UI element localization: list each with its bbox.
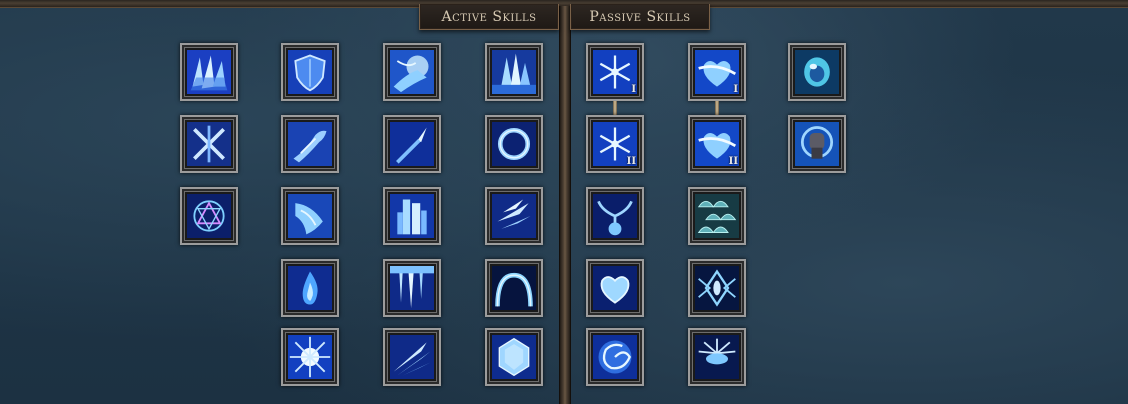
passive-skill-frost-fist[interactable] [788,115,846,173]
ice-wind-icon [390,335,434,379]
rank-label: II [728,156,738,167]
frost-fist-icon [795,122,839,166]
active-skill-frost-claw[interactable] [281,187,339,245]
active-skill-frost-arch[interactable] [485,259,543,317]
ice-spear-icon [390,122,434,166]
ice-crystal-block-icon [492,335,536,379]
passive-skill-snowflake-1[interactable]: I [586,43,644,101]
passive-skill-frost-vortex[interactable] [586,328,644,386]
active-skill-frost-arm[interactable] [281,115,339,173]
panel-divider [559,6,571,404]
ice-crystals-icon [492,50,536,94]
ice-shield-icon [288,50,332,94]
frost-arm-icon [288,122,332,166]
passive-skill-dragon-scales[interactable] [688,187,746,245]
frost-orb-icon [795,50,839,94]
rune-circle-icon [187,194,231,238]
icicle-fall-icon [390,266,434,310]
active-skill-ice-crystal-block[interactable] [485,328,543,386]
active-skill-icicle-fall[interactable] [383,259,441,317]
dragon-scales-icon [695,194,739,238]
passive-skill-frost-sunburst[interactable] [688,328,746,386]
active-skill-ice-wind[interactable] [383,328,441,386]
active-skill-ice-crystals[interactable] [485,43,543,101]
active-skill-ice-shard-burst[interactable] [485,187,543,245]
frost-vortex-icon [593,335,637,379]
frost-arch-icon [492,266,536,310]
skill-link [613,101,617,115]
active-skill-frost-flame[interactable] [281,259,339,317]
passive-skill-frost-heart-2[interactable]: II [688,115,746,173]
frost-tree-icon [593,194,637,238]
frost-nova-icon [288,335,332,379]
ice-pillar-icon [390,194,434,238]
ice-shard-burst-icon [492,194,536,238]
frost-hand-icon [390,50,434,94]
active-skill-ice-shield[interactable] [281,43,339,101]
passive-skill-frost-heart-1[interactable]: I [688,43,746,101]
frost-flame-icon [288,266,332,310]
ice-heart-icon [593,266,637,310]
frost-sunburst-icon [695,335,739,379]
rank-label: II [626,156,636,167]
passive-skill-frost-orb[interactable] [788,43,846,101]
frost-emblem-icon [695,266,739,310]
ice-shards-icon [187,50,231,94]
active-skill-ice-spear[interactable] [383,115,441,173]
rank-label: I [631,84,636,95]
active-skill-frost-nova[interactable] [281,328,339,386]
passive-skill-ice-heart[interactable] [586,259,644,317]
active-skill-frost-ring[interactable] [485,115,543,173]
active-skill-frost-hand[interactable] [383,43,441,101]
passive-skill-frost-tree[interactable] [586,187,644,245]
tab-active-skills[interactable]: Active Skills [419,4,559,30]
frost-ring-icon [492,122,536,166]
tab-passive-skills[interactable]: Passive Skills [570,4,710,30]
active-skill-ice-pillar[interactable] [383,187,441,245]
passive-skill-frost-emblem[interactable] [688,259,746,317]
active-skill-rune-circle[interactable] [180,187,238,245]
active-skill-ice-shards[interactable] [180,43,238,101]
frost-claw-icon [288,194,332,238]
crossed-swords-frost-icon [187,122,231,166]
passive-skill-snowflake-2[interactable]: II [586,115,644,173]
active-skill-crossed-swords[interactable] [180,115,238,173]
skill-link [715,101,719,115]
rank-label: I [733,84,738,95]
